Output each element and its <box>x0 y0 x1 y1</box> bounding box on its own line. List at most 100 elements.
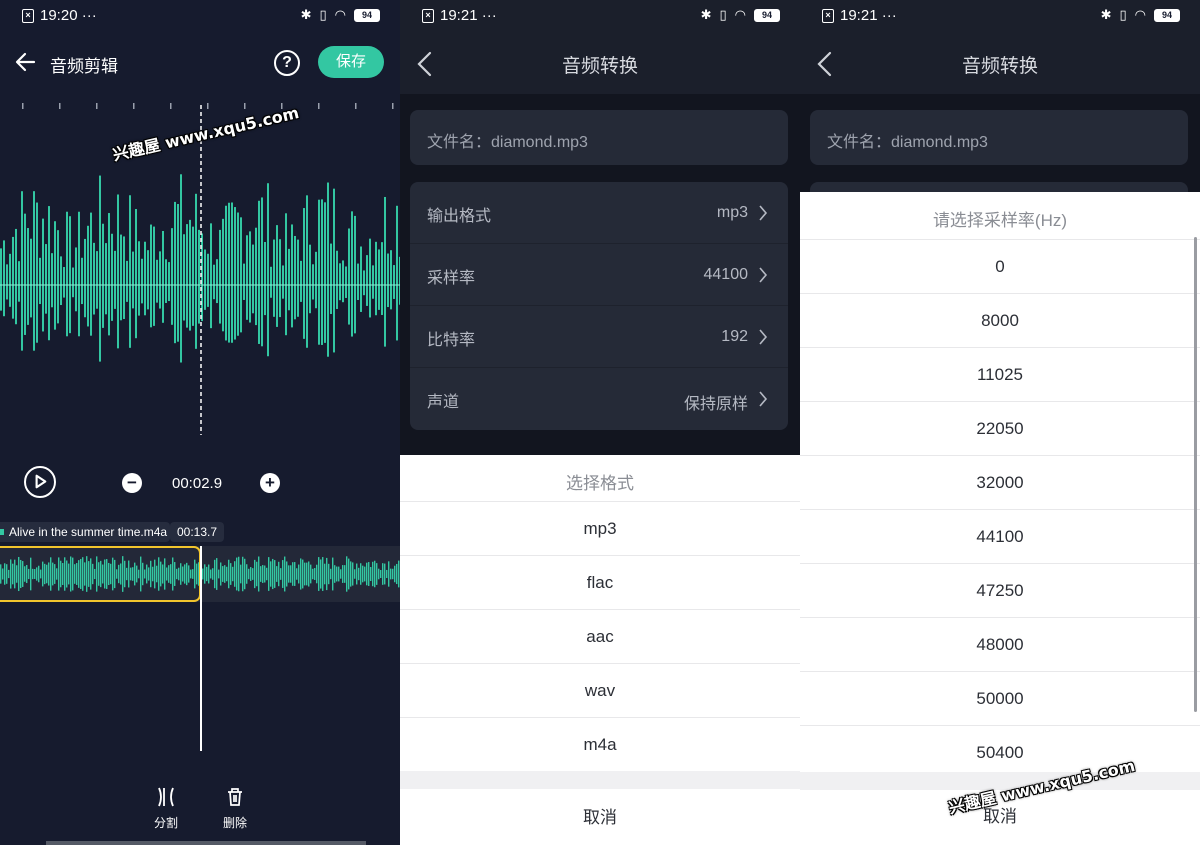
delete-button[interactable]: 删除 <box>210 786 260 831</box>
sheet-title: 请选择采样率(Hz) <box>932 211 1068 230</box>
track-waveform-bar <box>154 559 156 589</box>
sample-rate-option[interactable]: 50400 <box>800 725 1200 779</box>
playhead[interactable] <box>200 546 202 751</box>
setting-channel[interactable]: 声道 保持原样 <box>410 368 788 430</box>
format-option[interactable]: m4a <box>400 717 800 771</box>
track-waveform-bar <box>120 563 122 585</box>
sample-rate-option[interactable]: 44100 <box>800 509 1200 563</box>
track-waveform-bar <box>4 563 6 585</box>
track-waveform-bar <box>148 567 150 581</box>
track-waveform-bar <box>296 568 298 580</box>
file-name-card: 文件名：diamond.mp3 <box>810 110 1188 165</box>
sample-rate-option[interactable]: 47250 <box>800 563 1200 617</box>
delete-label: 删除 <box>222 816 247 830</box>
track-waveform-bar <box>260 566 262 582</box>
sample-rate-option[interactable]: 11025 <box>800 347 1200 401</box>
track-waveform-bar <box>204 564 206 584</box>
split-button[interactable]: 分割 <box>141 786 191 831</box>
track-waveform-bar <box>310 564 312 584</box>
track-waveform-bar <box>60 560 62 588</box>
track-waveform-bar <box>180 563 182 585</box>
track-waveform-bar <box>134 562 136 586</box>
help-icon[interactable]: ? <box>274 50 300 76</box>
waveform-bar <box>318 199 320 345</box>
track-waveform-bar <box>284 556 286 592</box>
sample-rate-option[interactable]: 22050 <box>800 401 1200 455</box>
track-waveform-bar <box>6 564 8 584</box>
waveform-bar <box>45 244 47 314</box>
format-option[interactable]: flac <box>400 555 800 609</box>
setting-sample-rate[interactable]: 采样率 44100 <box>410 244 788 306</box>
main-waveform[interactable] <box>0 95 400 440</box>
track-waveform-bar <box>264 565 266 583</box>
track-waveform-bar <box>80 558 82 590</box>
play-button[interactable] <box>24 466 56 498</box>
waveform-bar <box>312 264 314 300</box>
waveform-bar <box>135 208 137 339</box>
track-waveform-bar <box>146 564 148 584</box>
track-waveform-bar <box>196 563 198 585</box>
sample-rate-option[interactable]: 50000 <box>800 671 1200 725</box>
format-option[interactable]: aac <box>400 609 800 663</box>
waveform-bar <box>240 217 242 333</box>
track-waveform-bar <box>368 562 370 586</box>
track-waveform-bar <box>268 557 270 591</box>
track-waveform-bar <box>108 562 110 586</box>
track-waveform-bar <box>86 556 88 592</box>
clip-name: Alive in the summer time.m4a <box>0 522 170 542</box>
waveform-bar <box>48 206 50 341</box>
track-waveform-bar <box>166 567 168 581</box>
format-option[interactable]: wav <box>400 663 800 717</box>
format-sheet: 选择格式 mp3 flac aac wav m4a 取消 <box>400 455 800 845</box>
track-waveform-bar <box>76 563 78 585</box>
save-button[interactable]: 保存 <box>318 46 384 78</box>
cancel-button[interactable]: 取消 <box>400 791 800 845</box>
track-waveform-bar <box>92 563 94 585</box>
status-bar: × 19:21 ··· ✱ ▯ ◠ 94 <box>400 0 800 32</box>
track-waveform-bar <box>162 564 164 584</box>
track-waveform-bar <box>320 559 322 589</box>
zoom-in-button[interactable]: + <box>260 473 280 493</box>
wifi-icon: ◠ <box>734 7 746 22</box>
sample-rate-sheet: 请选择采样率(Hz) 0 8000 11025 22050 32000 4410… <box>800 192 1200 845</box>
timeline-tick <box>22 103 24 109</box>
waveform-bar <box>63 267 65 298</box>
track-waveform-bar <box>72 557 74 591</box>
track-waveform-bar <box>332 557 334 591</box>
track-waveform-bar <box>88 561 90 587</box>
track-waveform-bar <box>174 562 176 586</box>
waveform-bar <box>309 244 311 314</box>
waveform-bar <box>84 238 86 318</box>
track-waveform-bar <box>344 565 346 583</box>
waveform-bar <box>369 238 371 318</box>
waveform-bar <box>330 243 332 314</box>
track-waveform-bar <box>230 563 232 585</box>
waveform-bar <box>105 243 107 315</box>
scrollbar[interactable] <box>1194 237 1197 712</box>
waveform-bar <box>123 236 125 320</box>
sample-rate-option[interactable]: 0 <box>800 239 1200 293</box>
waveform-bar <box>375 241 377 316</box>
waveform-bar <box>180 174 182 363</box>
waveform-bar <box>267 183 269 357</box>
back-arrow-icon[interactable] <box>12 48 40 76</box>
setting-output-format[interactable]: 输出格式 mp3 <box>410 182 788 244</box>
waveform-bar <box>174 201 176 344</box>
waveform-bar <box>393 265 395 299</box>
format-option[interactable]: mp3 <box>400 501 800 555</box>
setting-bit-rate[interactable]: 比特率 192 <box>410 306 788 368</box>
sample-rate-option[interactable]: 48000 <box>800 617 1200 671</box>
track-waveform-bar <box>338 566 340 582</box>
track-waveform-bar <box>84 562 86 586</box>
waveform-bar <box>219 229 221 324</box>
waveform-bar <box>297 239 299 317</box>
track-waveform-bar <box>26 564 28 584</box>
zoom-out-button[interactable]: − <box>122 473 142 493</box>
vibrate-icon: ▯ <box>719 7 727 22</box>
sample-rate-option[interactable]: 32000 <box>800 455 1200 509</box>
waveform-bar <box>21 191 23 351</box>
sample-rate-option[interactable]: 8000 <box>800 293 1200 347</box>
play-icon <box>35 474 47 489</box>
track-waveform-bar <box>262 565 264 583</box>
track-waveform-bar <box>188 565 190 583</box>
